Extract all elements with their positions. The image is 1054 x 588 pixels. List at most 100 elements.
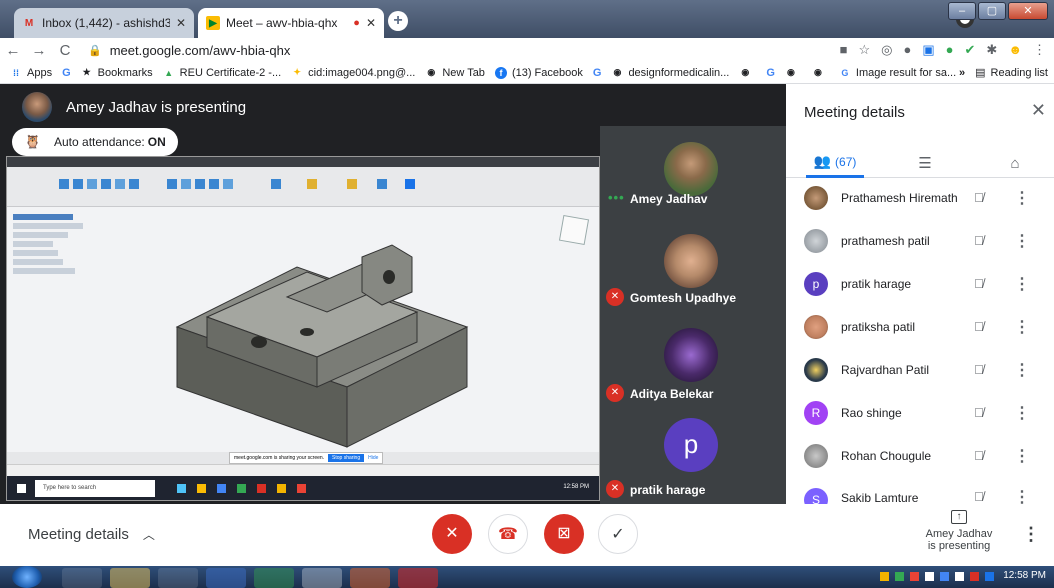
list-item[interactable]: pratiksha patil 🎙̸ ⋮	[786, 305, 1054, 348]
bookmark-google-3[interactable]: G	[766, 67, 775, 79]
participant-tile[interactable]: ••• Amey Jadhav	[600, 126, 786, 220]
leave-call-button[interactable]: ☎	[488, 514, 528, 554]
more-options-icon[interactable]: ⋮	[1014, 360, 1030, 380]
back-icon[interactable]: ←	[0, 42, 26, 59]
bookmark-globe-3[interactable]: ◉	[812, 67, 829, 79]
close-icon[interactable]: ✕	[176, 16, 186, 30]
tray-icon[interactable]	[880, 572, 889, 581]
bookmark-globe-1[interactable]: ◉	[739, 67, 756, 79]
tray-icon[interactable]	[985, 572, 994, 581]
close-window-button[interactable]: ✕	[1008, 2, 1048, 20]
tray-icon[interactable]	[970, 572, 979, 581]
reading-list-button[interactable]: ▤ Reading list	[975, 66, 1048, 80]
more-options-icon[interactable]: ⋮	[1014, 188, 1030, 208]
paint-icon[interactable]	[158, 568, 198, 588]
tray-icon[interactable]	[910, 572, 919, 581]
more-options-icon[interactable]: ⋮	[1014, 487, 1030, 504]
attendance-check-button[interactable]: ✓	[598, 514, 638, 554]
more-options-icon[interactable]: ⋮	[1022, 524, 1040, 545]
bookmark-reu[interactable]: ▲ REU Certificate-2 -...	[163, 67, 281, 79]
more-options-icon[interactable]: ⋮	[1014, 274, 1030, 294]
tab-activities[interactable]: ⌂	[1000, 148, 1030, 178]
avatar: p	[804, 271, 828, 296]
maximize-button[interactable]: ▢	[978, 2, 1006, 20]
hide-button[interactable]: Hide	[368, 455, 378, 461]
taskbar-clock[interactable]: 12:58 PM	[1003, 570, 1046, 581]
more-options-icon[interactable]: ⋮	[1014, 403, 1030, 423]
bookmarks-bar: ⁞⁞ Apps G ★ Bookmarks ▲ REU Certificate-2 -…	[0, 62, 1054, 84]
minimize-button[interactable]: –	[948, 2, 976, 20]
close-icon[interactable]: ✕	[366, 16, 376, 30]
tab-chat[interactable]: ☰	[910, 148, 940, 178]
forward-icon[interactable]: →	[26, 42, 52, 59]
bookmark-apps[interactable]: ⁞⁞ Apps	[10, 67, 52, 79]
tab-meet[interactable]: ▶ Meet – awv-hbia-qhx ● ✕	[198, 8, 384, 38]
participant-strip: ••• Amey Jadhav ✕ Gomtesh Upadhye ✕ Adit…	[600, 126, 786, 504]
list-item[interactable]: R Rao shinge 🎙̸ ⋮	[786, 391, 1054, 434]
extension-square-icon[interactable]: ▣	[922, 42, 934, 58]
folder-icon[interactable]	[110, 568, 150, 588]
extension-circle-icon[interactable]: ◎	[881, 42, 892, 58]
list-item[interactable]: S Sakib Lamture 🎙̸ ⋮	[786, 477, 1054, 504]
mic-off-icon: 🎙̸	[974, 489, 984, 504]
tab-people[interactable]: 👥 (67)	[806, 148, 864, 178]
stop-sharing-button[interactable]: Stop sharing	[328, 454, 365, 462]
meeting-details-button[interactable]: Meeting details ︿	[28, 526, 155, 543]
list-item[interactable]: p pratik harage 🎙̸ ⋮	[786, 262, 1054, 305]
bookmark-new-tab[interactable]: ◉ New Tab	[425, 67, 485, 79]
close-panel-button[interactable]: ✕	[1031, 100, 1046, 121]
chrome-icon[interactable]	[302, 568, 342, 588]
list-item[interactable]: Prathamesh Hiremath 🎙̸ ⋮	[786, 176, 1054, 219]
bookmarks-overflow-button[interactable]: »	[959, 67, 965, 79]
list-item[interactable]: prathamesh patil 🎙̸ ⋮	[786, 219, 1054, 262]
bookmark-google[interactable]: G	[62, 67, 71, 79]
more-options-icon[interactable]: ⋮	[1014, 231, 1030, 251]
cad-model	[175, 244, 469, 448]
url-field[interactable]: 🔒 meet.google.com/awv-hbia-qhx	[88, 43, 290, 58]
bookmark-facebook[interactable]: f (13) Facebook	[494, 66, 583, 79]
avatar-emoji-icon[interactable]: ☻	[1008, 42, 1022, 58]
new-tab-button[interactable]: +	[388, 11, 408, 31]
tab-gmail[interactable]: M Inbox (1,442) - ashishd331@gma ✕	[14, 8, 194, 38]
list-item[interactable]: Rajvardhan Patil 🎙̸ ⋮	[786, 348, 1054, 391]
avatar	[804, 185, 828, 210]
powerpoint-icon[interactable]	[350, 568, 390, 588]
cad-ribbon	[7, 167, 599, 207]
camera-icon[interactable]: ■	[840, 42, 848, 58]
bookmark-designformedical[interactable]: ◉ designformedicalin...	[611, 67, 730, 79]
bookmark-google-2[interactable]: G	[593, 67, 602, 79]
participant-tile[interactable]: p ✕ pratik harage	[600, 408, 786, 502]
volume-icon[interactable]	[955, 572, 964, 581]
word-icon[interactable]	[206, 568, 246, 588]
check-icon[interactable]: ✔	[965, 42, 976, 58]
bookmark-image-result[interactable]: G Image result for sa...	[839, 67, 956, 79]
check-icon: ✓	[611, 526, 625, 543]
tray-icon[interactable]	[940, 572, 949, 581]
tray-icon[interactable]	[895, 572, 904, 581]
reload-icon[interactable]: C	[52, 42, 78, 59]
windows-start-button[interactable]	[12, 566, 42, 588]
camera-toggle-button[interactable]: ⊠	[544, 514, 584, 554]
kebab-menu-icon[interactable]: ⋮	[1033, 42, 1046, 58]
bookmark-bookmarks[interactable]: ★ Bookmarks	[81, 67, 153, 79]
star-icon[interactable]: ☆	[858, 42, 870, 58]
participant-tile[interactable]: ✕ Gomtesh Upadhye	[600, 220, 786, 314]
more-options-icon[interactable]: ⋮	[1014, 446, 1030, 466]
presenting-indicator[interactable]: ↑ Amey Jadhav is presenting	[920, 510, 998, 552]
acrobat-icon[interactable]	[398, 568, 438, 588]
extension-icon[interactable]: ●	[903, 42, 911, 58]
bookmark-globe-2[interactable]: ◉	[785, 67, 802, 79]
avatar	[664, 328, 718, 382]
auto-attendance-chip[interactable]: 🦉 Auto attendance: ON	[12, 128, 178, 156]
list-item[interactable]: Rohan Chougule 🎙̸ ⋮	[786, 434, 1054, 477]
extension-green-icon[interactable]: ●	[946, 42, 954, 58]
mic-toggle-button[interactable]: ✕	[432, 514, 472, 554]
taskbar-app-icon	[297, 484, 306, 493]
tray-icon[interactable]	[925, 572, 934, 581]
excel-icon[interactable]	[254, 568, 294, 588]
bookmark-cid[interactable]: ✦ cid:image004.png@...	[291, 67, 415, 79]
media-player-icon[interactable]	[62, 568, 102, 588]
participant-tile[interactable]: ✕ Aditya Belekar	[600, 314, 786, 408]
more-options-icon[interactable]: ⋮	[1014, 317, 1030, 337]
puzzle-icon[interactable]: ✱	[986, 42, 997, 58]
